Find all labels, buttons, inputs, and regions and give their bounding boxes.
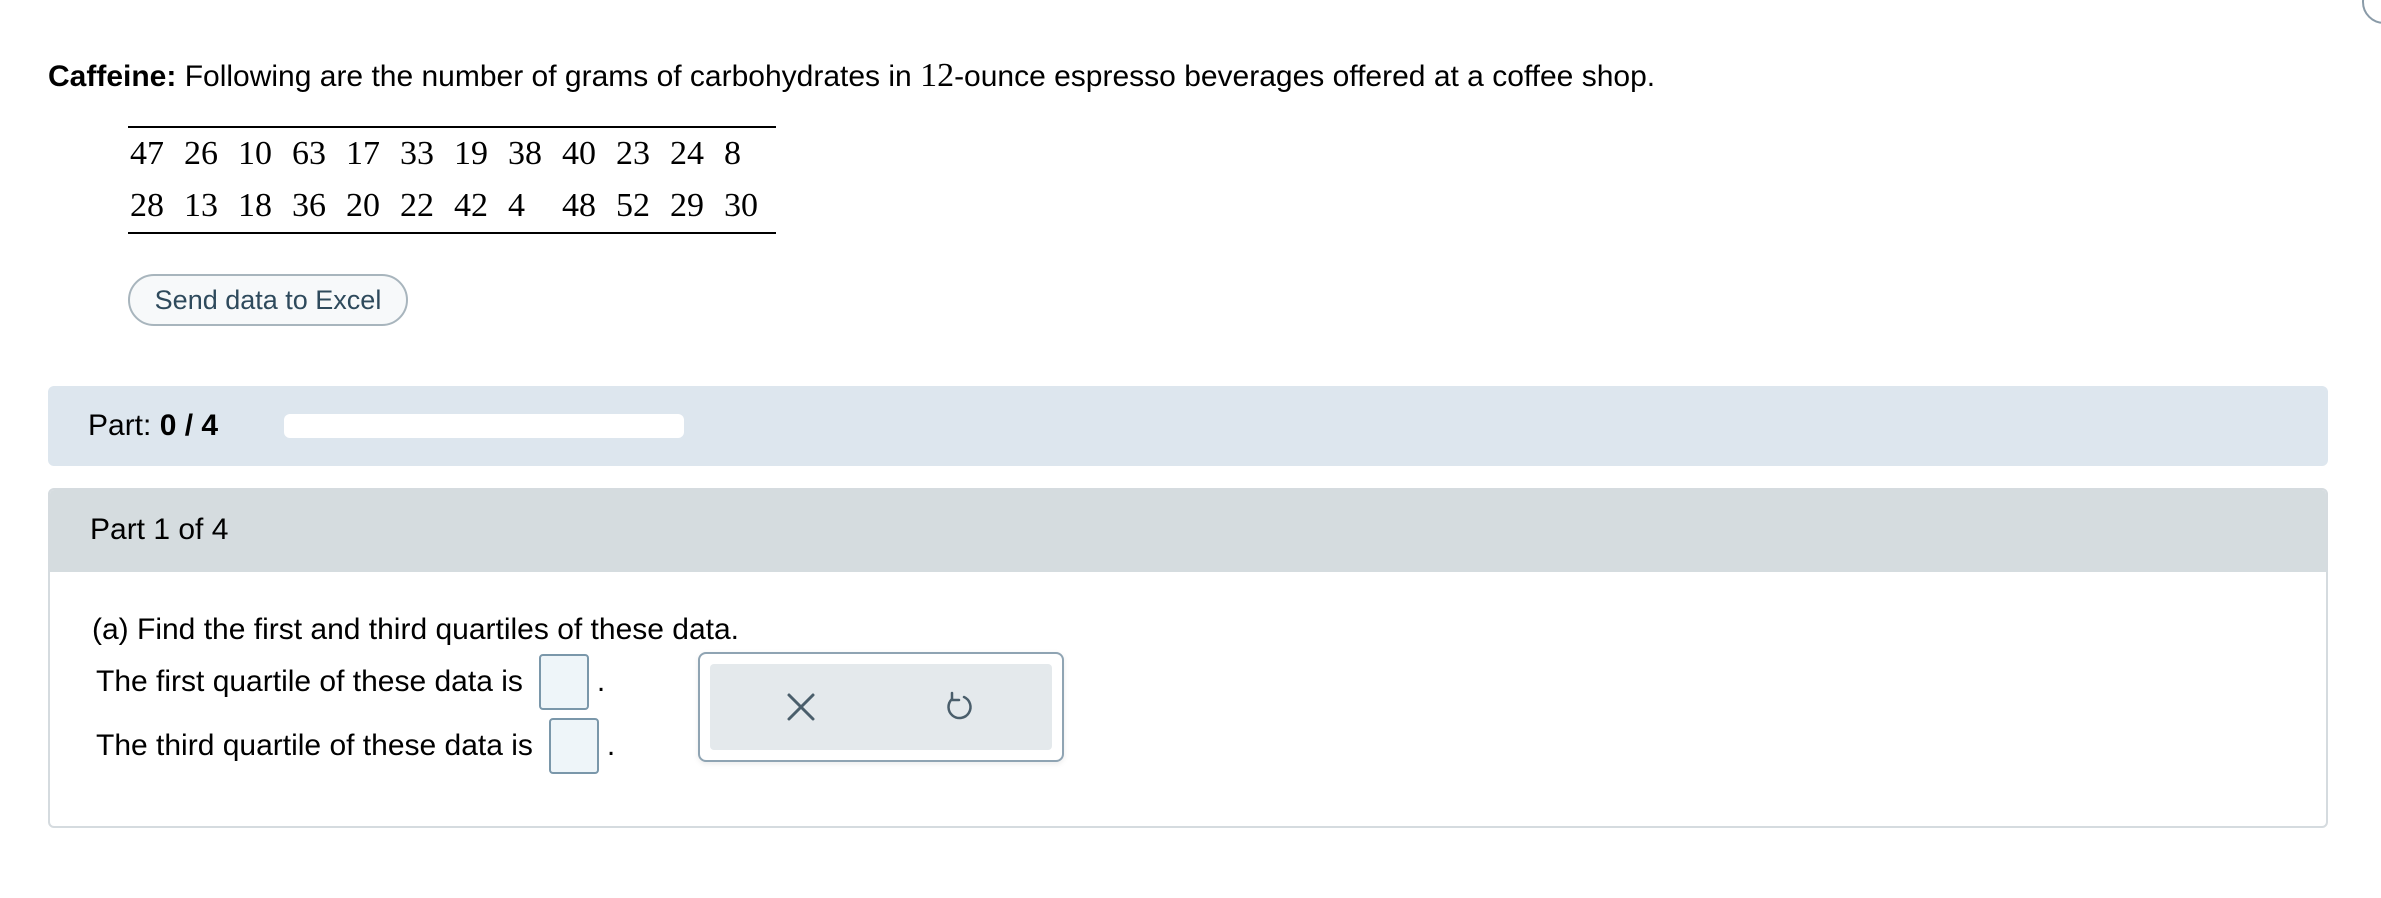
question-text: Caffeine: Following are the number of gr…: [48, 56, 1655, 97]
data-cell: 22: [400, 187, 434, 224]
question-number: 12: [920, 57, 955, 94]
close-icon: [787, 693, 815, 721]
data-cell: 19: [454, 135, 488, 172]
question-title: Caffeine:: [48, 60, 177, 93]
data-cell: 4: [508, 187, 525, 224]
part-title: Part 1 of 4: [90, 513, 229, 546]
third-quartile-label: The third quartile of these data is: [96, 729, 533, 762]
data-cell: 38: [508, 135, 542, 172]
data-cell: 26: [184, 135, 218, 172]
progress-label: Part: 0 / 4: [88, 408, 218, 444]
data-cell: 63: [292, 135, 326, 172]
data-cell: 40: [562, 135, 596, 172]
third-quartile-line: The third quartile of these data is .: [96, 718, 615, 774]
data-cell: 18: [238, 187, 272, 224]
data-row-2: 28 13 18 36 20 22 42 4 48 52 29 30: [128, 180, 776, 232]
third-quartile-input[interactable]: [548, 718, 599, 774]
part-header: Part 1 of 4: [50, 490, 2326, 572]
data-cell: 23: [616, 135, 650, 172]
answer-tools-inner: [710, 664, 1052, 750]
first-quartile-label: The first quartile of these data is: [96, 665, 523, 698]
data-cell: 52: [616, 187, 650, 224]
question-text-before-number: Following are the number of grams of car…: [176, 60, 921, 93]
data-table: 47 26 10 63 17 33 19 38 40 23 24 8 28 13…: [128, 126, 776, 234]
data-cell: 8: [724, 135, 741, 172]
progress-label-text: Part:: [88, 409, 160, 442]
data-row-1: 47 26 10 63 17 33 19 38 40 23 24 8: [128, 128, 776, 180]
clear-button[interactable]: [778, 684, 824, 730]
data-cell: 20: [346, 187, 380, 224]
question-text-after-number: -ounce espresso beverages offered at a c…: [954, 60, 1656, 93]
data-cell: 33: [400, 135, 434, 172]
send-data-to-excel-button[interactable]: Send data to Excel: [128, 274, 408, 326]
part-progress-bar: Part: 0 / 4: [48, 386, 2328, 466]
first-quartile-input[interactable]: [538, 654, 589, 710]
part-card: Part 1 of 4 (a) Find the first and third…: [48, 488, 2328, 828]
data-cell: 47: [130, 135, 164, 172]
help-circle-icon[interactable]: [2362, 0, 2381, 24]
data-cell: 36: [292, 187, 326, 224]
third-quartile-period: .: [606, 729, 616, 762]
data-cell: 17: [346, 135, 380, 172]
part-question: (a) Find the first and third quartiles o…: [92, 613, 740, 646]
data-cell: 28: [130, 187, 164, 224]
data-cell: 13: [184, 187, 218, 224]
first-quartile-period: .: [596, 665, 606, 698]
page: Caffeine: Following are the number of gr…: [0, 0, 2381, 898]
progress-track: [284, 414, 684, 438]
data-cell: 29: [670, 187, 704, 224]
undo-icon: [947, 691, 972, 720]
data-cell: 24: [670, 135, 704, 172]
data-cell: 48: [562, 187, 596, 224]
data-cell: 10: [238, 135, 272, 172]
data-cell: 30: [724, 187, 758, 224]
first-quartile-line: The first quartile of these data is .: [96, 654, 605, 710]
undo-button[interactable]: [936, 684, 982, 730]
answer-tools-panel: [698, 652, 1064, 762]
progress-value: 0 / 4: [159, 409, 219, 442]
data-cell: 42: [454, 187, 488, 224]
